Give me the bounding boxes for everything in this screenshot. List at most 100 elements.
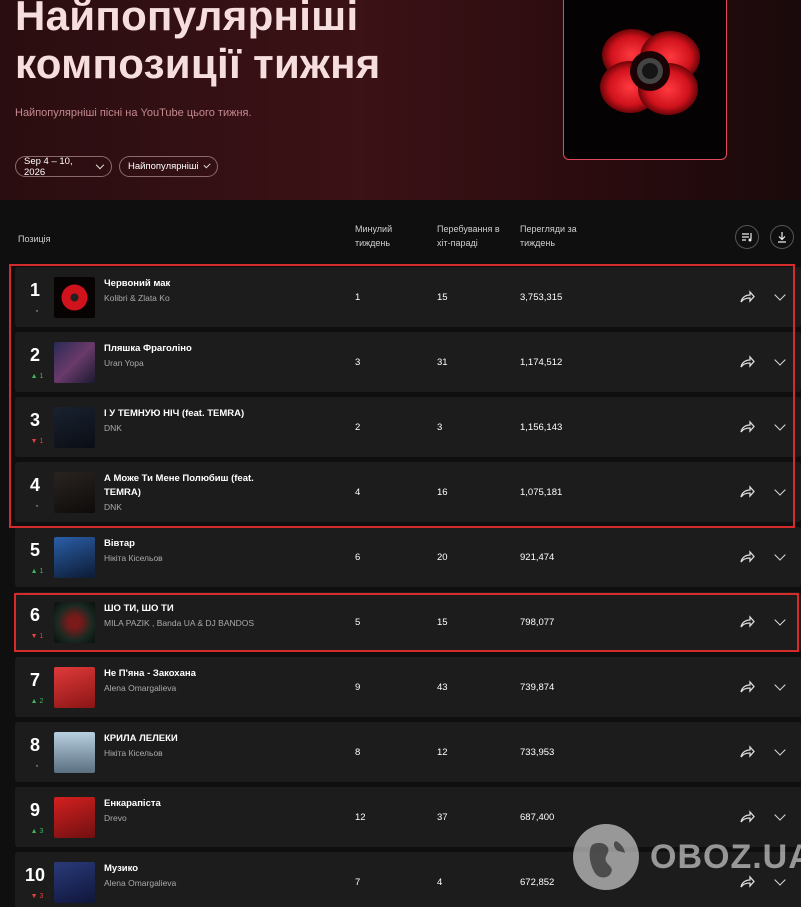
share-icon[interactable] xyxy=(738,613,756,631)
table-row[interactable]: 2 ▲ 1 Пляшка Фраголіно Uran Yopa 3 31 1,… xyxy=(15,332,801,392)
weeks-value: 43 xyxy=(437,682,448,693)
watermark: OBOZ.UA xyxy=(572,823,801,891)
expand-chevron-icon[interactable] xyxy=(774,614,786,626)
song-thumbnail[interactable] xyxy=(54,667,95,708)
rank-number: 9 xyxy=(29,800,40,820)
col-position-header: Позиція xyxy=(18,234,51,244)
weeks-value: 31 xyxy=(437,357,448,368)
table-row[interactable]: 3 ▼ 1 І У ТЕМНУЮ НІЧ (feat. TEMRA) DNK 2… xyxy=(15,397,801,457)
table-row[interactable]: 1 ▪ Червоний мак Kolibri & Zlata Ko 1 15… xyxy=(15,267,801,327)
date-filter-dropdown[interactable]: Sep 4 – 10, 2026 xyxy=(15,156,112,178)
song-title[interactable]: ШО ТИ, ШО ТИ xyxy=(104,602,294,616)
add-to-playlist-button[interactable] xyxy=(735,225,759,249)
views-value: 1,174,512 xyxy=(520,357,563,368)
song-info: Червоний мак Kolibri & Zlata Ko xyxy=(104,277,294,305)
views-value: 1,075,181 xyxy=(520,487,563,498)
expand-chevron-icon[interactable] xyxy=(774,809,786,821)
globe-icon xyxy=(573,824,639,890)
expand-chevron-icon[interactable] xyxy=(774,289,786,301)
share-icon[interactable] xyxy=(738,483,756,501)
expand-chevron-icon[interactable] xyxy=(774,744,786,756)
song-title[interactable]: Пляшка Фраголіно xyxy=(104,342,294,356)
rank-change: ▼ 3 xyxy=(30,893,44,900)
share-icon[interactable] xyxy=(738,743,756,761)
song-thumbnail[interactable] xyxy=(54,472,95,513)
song-title[interactable]: КРИЛА ЛЕЛЕКИ xyxy=(104,732,294,746)
table-row[interactable]: 6 ▼ 1 ШО ТИ, ШО ТИ MILA PAZIK , Banda UA… xyxy=(15,592,801,652)
song-info: А Може Ти Мене Полюбиш (feat. TEMRA) DNK xyxy=(104,472,294,514)
table-row[interactable]: 4 ▪ А Може Ти Мене Полюбиш (feat. TEMRA)… xyxy=(15,462,801,522)
song-info: Не П'яна - Закохана Alena Omargalieva xyxy=(104,667,294,695)
song-title-continued[interactable]: TEMRA) xyxy=(104,486,294,500)
share-icon[interactable] xyxy=(738,353,756,371)
rank-change: ▲ 1 xyxy=(30,568,44,575)
weeks-value: 37 xyxy=(437,812,448,823)
song-artist[interactable]: DNK xyxy=(104,421,294,435)
song-artist[interactable]: Нікіта Кісельов xyxy=(104,746,294,760)
rank-change: ▲ 1 xyxy=(30,373,44,380)
song-title[interactable]: Червоний мак xyxy=(104,277,294,291)
rank-number: 1 xyxy=(29,280,40,300)
song-title[interactable]: Енкарапіста xyxy=(104,797,294,811)
rank-change: ▲ 2 xyxy=(30,698,44,705)
expand-chevron-icon[interactable] xyxy=(774,549,786,561)
weeks-value: 3 xyxy=(437,422,443,433)
song-title[interactable]: Не П'яна - Закохана xyxy=(104,667,294,681)
song-title[interactable]: Вівтар xyxy=(104,537,294,551)
song-thumbnail[interactable] xyxy=(54,342,95,383)
col-views-header: Перегляди за тиждень xyxy=(520,224,577,248)
share-icon[interactable] xyxy=(738,288,756,306)
song-artist[interactable]: Drevo xyxy=(104,811,294,825)
rank-number: 10 xyxy=(25,865,46,885)
last-week-value: 5 xyxy=(355,617,361,628)
title-line-1: Найпопулярніші xyxy=(15,0,359,39)
song-thumbnail[interactable] xyxy=(54,277,95,318)
last-week-value: 4 xyxy=(355,487,361,498)
song-thumbnail[interactable] xyxy=(54,602,95,643)
song-artist[interactable]: Uran Yopa xyxy=(104,356,294,370)
song-artist[interactable]: Alena Omargalieva xyxy=(104,681,294,695)
rank-number: 8 xyxy=(29,735,40,755)
expand-chevron-icon[interactable] xyxy=(774,354,786,366)
download-button[interactable] xyxy=(770,225,794,249)
last-week-value: 2 xyxy=(355,422,361,433)
rank-change: ▪ xyxy=(35,308,39,315)
watermark-text: OBOZ.UA xyxy=(650,837,801,876)
song-thumbnail[interactable] xyxy=(54,862,95,903)
song-thumbnail[interactable] xyxy=(54,407,95,448)
last-week-value: 9 xyxy=(355,682,361,693)
song-title[interactable]: А Може Ти Мене Полюбиш (feat. xyxy=(104,472,294,486)
rank-number: 6 xyxy=(29,605,40,625)
last-week-value: 8 xyxy=(355,747,361,758)
expand-chevron-icon[interactable] xyxy=(774,419,786,431)
table-row[interactable]: 8 ▪ КРИЛА ЛЕЛЕКИ Нікіта Кісельов 8 12 73… xyxy=(15,722,801,782)
expand-chevron-icon[interactable] xyxy=(774,679,786,691)
share-icon[interactable] xyxy=(738,548,756,566)
rank-number: 3 xyxy=(29,410,40,430)
song-title[interactable]: І У ТЕМНУЮ НІЧ (feat. TEMRA) xyxy=(104,407,294,421)
song-thumbnail[interactable] xyxy=(54,537,95,578)
share-icon[interactable] xyxy=(738,418,756,436)
views-value: 672,852 xyxy=(520,877,555,888)
rank-change: ▼ 1 xyxy=(30,633,44,640)
song-thumbnail[interactable] xyxy=(54,732,95,773)
song-artist[interactable]: MILA PAZIK , Banda UA & DJ BANDOS xyxy=(104,616,294,630)
table-row[interactable]: 7 ▲ 2 Не П'яна - Закохана Alena Omargali… xyxy=(15,657,801,717)
song-artist[interactable]: Нікіта Кісельов xyxy=(104,551,294,565)
song-title[interactable]: Музико xyxy=(104,862,294,876)
song-thumbnail[interactable] xyxy=(54,797,95,838)
expand-chevron-icon[interactable] xyxy=(774,484,786,496)
last-week-value: 1 xyxy=(355,292,361,303)
weeks-value: 16 xyxy=(437,487,448,498)
category-filter-dropdown[interactable]: Найпопулярніші xyxy=(119,156,218,177)
table-row[interactable]: 5 ▲ 1 Вівтар Нікіта Кісельов 6 20 921,47… xyxy=(15,527,801,587)
rank-number: 5 xyxy=(29,540,40,560)
song-artist[interactable]: DNK xyxy=(104,500,294,514)
song-artist[interactable]: Kolibri & Zlata Ko xyxy=(104,291,294,305)
rank-change: ▪ xyxy=(35,763,39,770)
last-week-value: 7 xyxy=(355,877,361,888)
share-icon[interactable] xyxy=(738,678,756,696)
rank-change: ▪ xyxy=(35,503,39,510)
song-artist[interactable]: Alena Omargalieva xyxy=(104,876,294,890)
weeks-value: 15 xyxy=(437,617,448,628)
